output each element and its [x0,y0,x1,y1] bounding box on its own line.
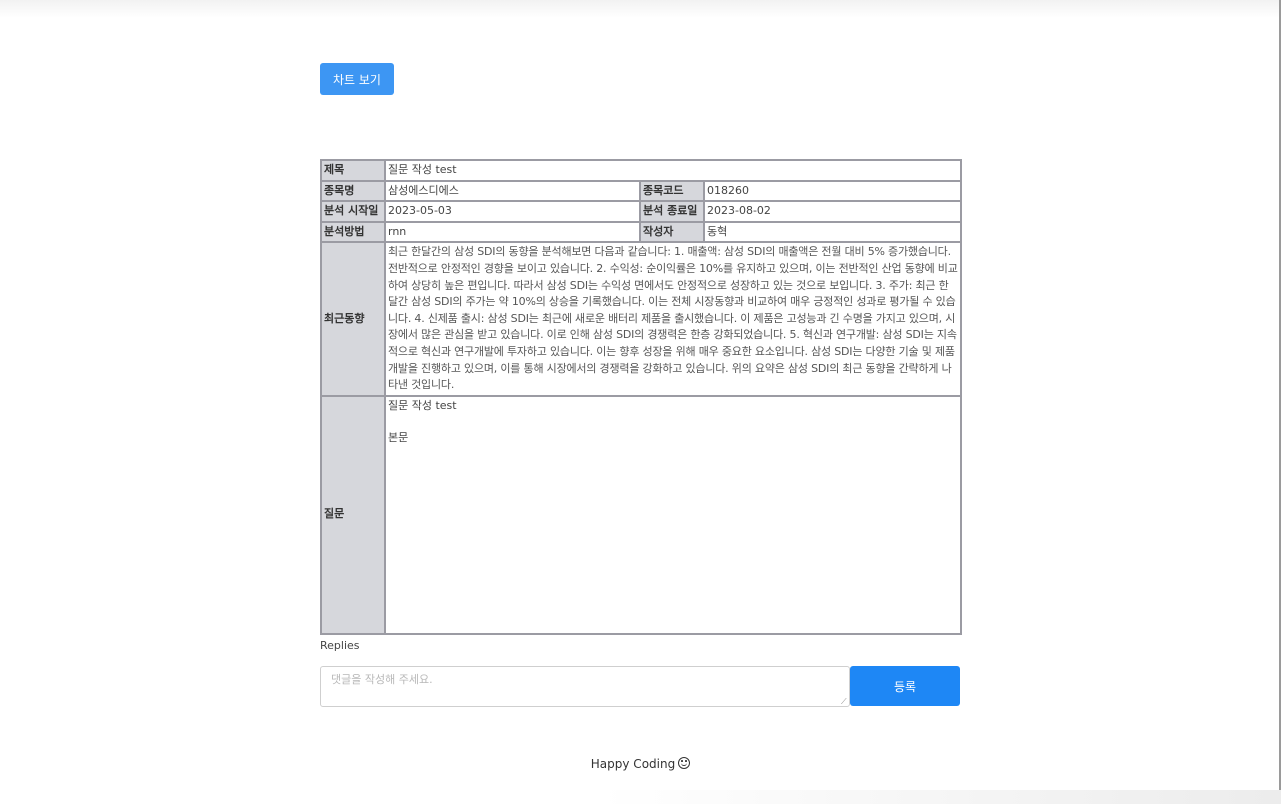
replies-label: Replies [320,639,360,652]
trend-value: 최근 한달간의 삼성 SDI의 동향을 분석해보면 다음과 같습니다: 1. 매… [383,241,963,397]
trend-label: 최근동향 [320,241,386,397]
reply-submit-button[interactable]: 등록 [850,666,960,706]
method-value: rnn [384,220,641,244]
footer-text: Happy Coding [590,757,676,771]
stock-code-label: 종목코드 [639,179,705,203]
stock-row: 종목명 삼성에스디에스 종목코드 018260 [320,179,963,203]
stock-name-value: 삼성에스디에스 [384,179,641,203]
question-title: 질문 작성 test [388,398,457,412]
reply-input[interactable] [320,666,850,707]
title-value: 질문 작성 test [383,159,963,182]
chart-view-button[interactable]: 차트 보기 [320,63,394,95]
author-value: 동혁 [702,220,963,244]
stock-name-label: 종목명 [320,179,386,203]
footer: Happy Coding [0,757,1281,771]
start-date-label: 분석 시작일 [320,200,386,223]
question-content: 질문 작성 test 본문 [383,394,963,635]
resize-handle-icon[interactable]: ⟋ [841,698,848,706]
window-bottom-fade [600,790,1281,804]
end-date-label: 분석 종료일 [639,200,705,223]
author-label: 작성자 [639,220,705,244]
window-top-shadow [0,0,1281,18]
method-label: 분석방법 [320,220,386,244]
method-row: 분석방법 rnn 작성자 동혁 [320,220,963,244]
question-body: 본문 [388,431,409,445]
smiley-icon [678,757,691,769]
question-row: 질문 질문 작성 test 본문 [320,394,963,635]
title-row: 제목 질문 작성 test [320,159,963,182]
period-row: 분석 시작일 2023-05-03 분석 종료일 2023-08-02 [320,200,963,223]
trend-row: 최근동향 최근 한달간의 삼성 SDI의 동향을 분석해보면 다음과 같습니다:… [320,241,963,397]
analysis-info-table: 제목 질문 작성 test 종목명 삼성에스디에스 종목코드 018260 분석… [320,159,963,635]
title-label: 제목 [320,159,386,182]
start-date-value: 2023-05-03 [384,200,641,223]
question-label: 질문 [320,394,386,635]
stock-code-value: 018260 [702,179,963,203]
page: 차트 보기 제목 질문 작성 test 종목명 삼성에스디에스 종목코드 018… [0,0,1281,804]
end-date-value: 2023-08-02 [702,200,963,223]
